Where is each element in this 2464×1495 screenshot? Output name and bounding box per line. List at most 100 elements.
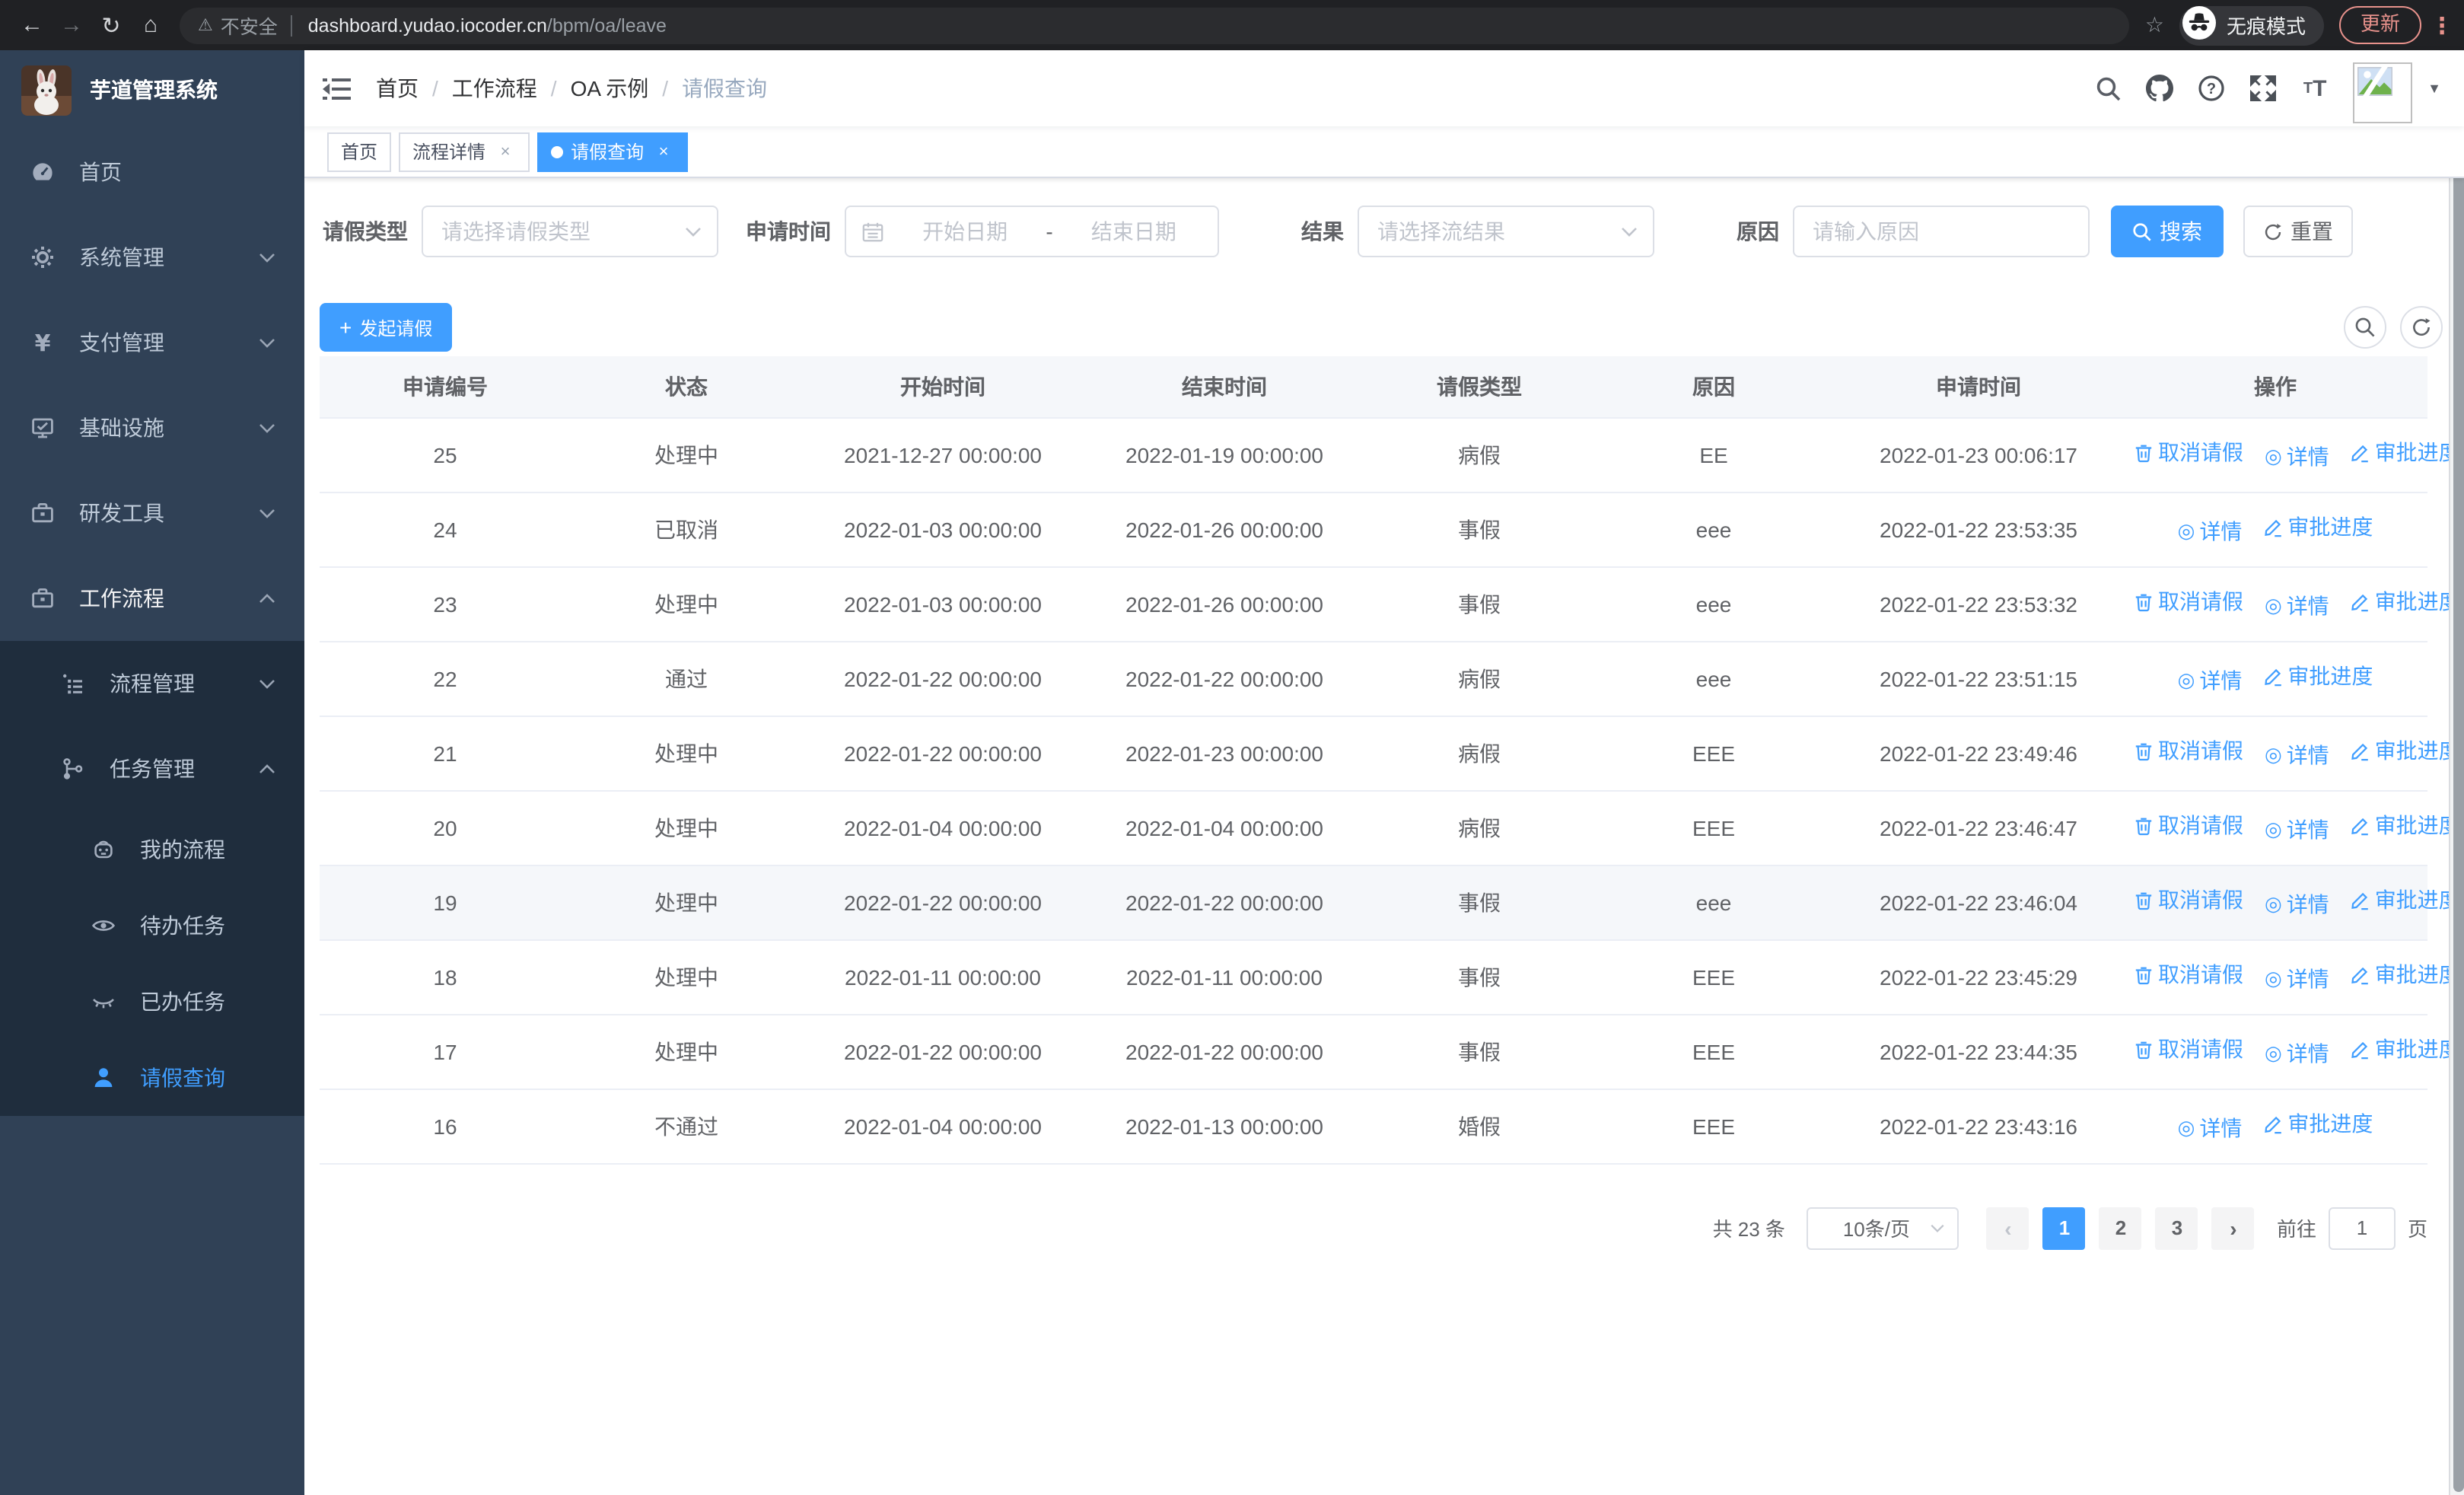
page-button-1[interactable]: 1 xyxy=(2042,1207,2086,1249)
back-icon[interactable]: ← xyxy=(12,12,52,38)
show-search-button[interactable] xyxy=(2344,306,2386,349)
cancel-leave-link[interactable]: 取消请假 xyxy=(2134,587,2243,617)
sidebar-item-流程管理[interactable]: 流程管理 xyxy=(0,641,304,726)
detail-link[interactable]: ◎ 详情 xyxy=(2265,591,2329,621)
sidebar-item-我的流程[interactable]: 我的流程 xyxy=(0,811,304,888)
table-row: 22 通过 2022-01-22 00:00:00 2022-01-22 00:00:… xyxy=(320,641,2427,716)
help-icon[interactable]: ? xyxy=(2185,50,2237,126)
sidebar-item-工作流程[interactable]: 工作流程 xyxy=(0,556,304,641)
approval-progress-link[interactable]: 审批进度 xyxy=(2263,1109,2373,1140)
sidebar-item-已办任务[interactable]: 已办任务 xyxy=(0,964,304,1040)
yen-icon: ¥ xyxy=(30,330,55,355)
page-button-3[interactable]: 3 xyxy=(2155,1207,2198,1249)
bookmark-star-icon[interactable]: ☆ xyxy=(2145,12,2164,38)
sidebar-item-研发工具[interactable]: 研发工具 xyxy=(0,470,304,556)
github-icon[interactable] xyxy=(2134,50,2185,126)
search-button[interactable]: 搜索 xyxy=(2111,206,2224,257)
close-icon[interactable]: × xyxy=(495,142,516,161)
scrollbar-thumb[interactable] xyxy=(2453,52,2463,1492)
approval-progress-link[interactable]: 审批进度 xyxy=(2263,512,2373,543)
pen-icon xyxy=(2351,816,2370,836)
incognito-badge: 无痕模式 xyxy=(2179,5,2324,45)
url-host: dashboard.yudao.iocoder.cn xyxy=(307,14,547,36)
detail-label: 详情 xyxy=(2199,1115,2243,1140)
prev-page-button[interactable]: ‹ xyxy=(1986,1207,2029,1249)
cancel-leave-link[interactable]: 取消请假 xyxy=(2134,1034,2243,1065)
scrollbar-track[interactable] xyxy=(2449,50,2464,1495)
next-page-button[interactable]: › xyxy=(2211,1207,2255,1249)
close-icon[interactable]: × xyxy=(653,142,674,161)
avatar[interactable] xyxy=(2353,62,2413,123)
sidebar-item-支付管理[interactable]: ¥ 支付管理 xyxy=(0,300,304,385)
detail-link[interactable]: ◎ 详情 xyxy=(2265,889,2329,920)
header-search-icon[interactable] xyxy=(2082,50,2134,126)
cancel-leave-link[interactable]: 取消请假 xyxy=(2134,885,2243,916)
cell-actions: 取消请假 ◎ 详情 审批进度 xyxy=(2123,1014,2460,1089)
column-header: 申请编号 xyxy=(320,356,571,418)
detail-link[interactable]: ◎ 详情 xyxy=(2265,441,2329,472)
avatar-dropdown-icon[interactable]: ▼ xyxy=(2427,81,2441,96)
leave-type-select[interactable]: 请选择请假类型 xyxy=(422,206,718,257)
breadcrumb-item[interactable]: OA 示例 xyxy=(571,73,649,104)
home-icon[interactable]: ⌂ xyxy=(131,12,170,38)
app-logo[interactable]: 芋道管理系统 xyxy=(0,50,304,129)
approval-progress-link[interactable]: 审批进度 xyxy=(2351,960,2460,990)
update-button[interactable]: 更新 xyxy=(2338,6,2421,44)
sidebar-item-任务管理[interactable]: 任务管理 xyxy=(0,726,304,811)
cancel-leave-link[interactable]: 取消请假 xyxy=(2134,811,2243,841)
reload-icon[interactable]: ↻ xyxy=(91,11,131,39)
apply-time-range-picker[interactable]: 开始日期 - 结束日期 xyxy=(845,206,1219,257)
detail-link[interactable]: ◎ 详情 xyxy=(2265,740,2329,770)
detail-link[interactable]: ◎ 详情 xyxy=(2178,516,2243,547)
font-size-icon[interactable]: TT xyxy=(2289,50,2341,126)
sidebar-item-基础设施[interactable]: 基础设施 xyxy=(0,385,304,470)
cell-reason: eee xyxy=(1593,492,1834,567)
refresh-table-button[interactable] xyxy=(2400,306,2443,349)
approval-progress-link[interactable]: 审批进度 xyxy=(2351,736,2460,767)
cancel-leave-label: 取消请假 xyxy=(2158,440,2243,465)
tab-流程详情[interactable]: 流程详情 × xyxy=(399,132,530,171)
cancel-leave-link[interactable]: 取消请假 xyxy=(2134,960,2243,990)
detail-link[interactable]: ◎ 详情 xyxy=(2265,964,2329,994)
approval-progress-label: 审批进度 xyxy=(2287,664,2373,689)
view-icon: ◎ xyxy=(2265,742,2282,766)
sidebar-item-系统管理[interactable]: 系统管理 xyxy=(0,215,304,300)
plus-icon: + xyxy=(339,315,352,339)
create-leave-button[interactable]: + 发起请假 xyxy=(320,303,453,352)
breadcrumb-item[interactable]: 首页 xyxy=(376,73,419,104)
approval-progress-link[interactable]: 审批进度 xyxy=(2351,587,2460,617)
reset-button[interactable]: 重置 xyxy=(2243,206,2353,257)
forward-icon[interactable]: → xyxy=(52,12,91,38)
cell-id: 25 xyxy=(320,417,571,492)
detail-link[interactable]: ◎ 详情 xyxy=(2265,1038,2329,1069)
page-button-2[interactable]: 2 xyxy=(2099,1207,2142,1249)
approval-progress-link[interactable]: 审批进度 xyxy=(2351,811,2460,841)
detail-link[interactable]: ◎ 详情 xyxy=(2265,814,2329,845)
trash-icon xyxy=(2134,965,2154,985)
detail-label: 详情 xyxy=(2286,1041,2329,1066)
detail-link[interactable]: ◎ 详情 xyxy=(2178,665,2243,696)
tab-请假查询[interactable]: 请假查询 × xyxy=(537,132,689,171)
result-select[interactable]: 请选择流结果 xyxy=(1358,206,1654,257)
approval-progress-link[interactable]: 审批进度 xyxy=(2351,1034,2460,1065)
sidebar-item-label: 已办任务 xyxy=(140,990,225,1014)
cell-start: 2021-12-27 00:00:00 xyxy=(802,417,1084,492)
sidebar-item-首页[interactable]: 首页 xyxy=(0,129,304,215)
page-size-select[interactable]: 10条/页 xyxy=(1806,1207,1959,1249)
goto-page-input[interactable]: 1 xyxy=(2328,1207,2396,1249)
breadcrumb-item[interactable]: 工作流程 xyxy=(452,73,537,104)
url-bar[interactable]: ⚠ 不安全 dashboard.yudao.iocoder.cn/bpm/oa/… xyxy=(180,7,2130,43)
sidebar-toggle-icon[interactable] xyxy=(323,75,352,101)
browser-menu-icon[interactable]: ⋮ xyxy=(2431,11,2453,39)
sidebar-item-请假查询[interactable]: 请假查询 xyxy=(0,1040,304,1116)
fullscreen-icon[interactable] xyxy=(2237,50,2289,126)
reason-input[interactable]: 请输入原因 xyxy=(1793,206,2090,257)
approval-progress-link[interactable]: 审批进度 xyxy=(2263,661,2373,692)
approval-progress-link[interactable]: 审批进度 xyxy=(2351,438,2460,468)
sidebar-item-待办任务[interactable]: 待办任务 xyxy=(0,888,304,964)
cancel-leave-link[interactable]: 取消请假 xyxy=(2134,438,2243,468)
approval-progress-link[interactable]: 审批进度 xyxy=(2351,885,2460,916)
cancel-leave-link[interactable]: 取消请假 xyxy=(2134,736,2243,767)
tab-首页[interactable]: 首页 xyxy=(327,132,392,171)
detail-link[interactable]: ◎ 详情 xyxy=(2178,1113,2243,1143)
